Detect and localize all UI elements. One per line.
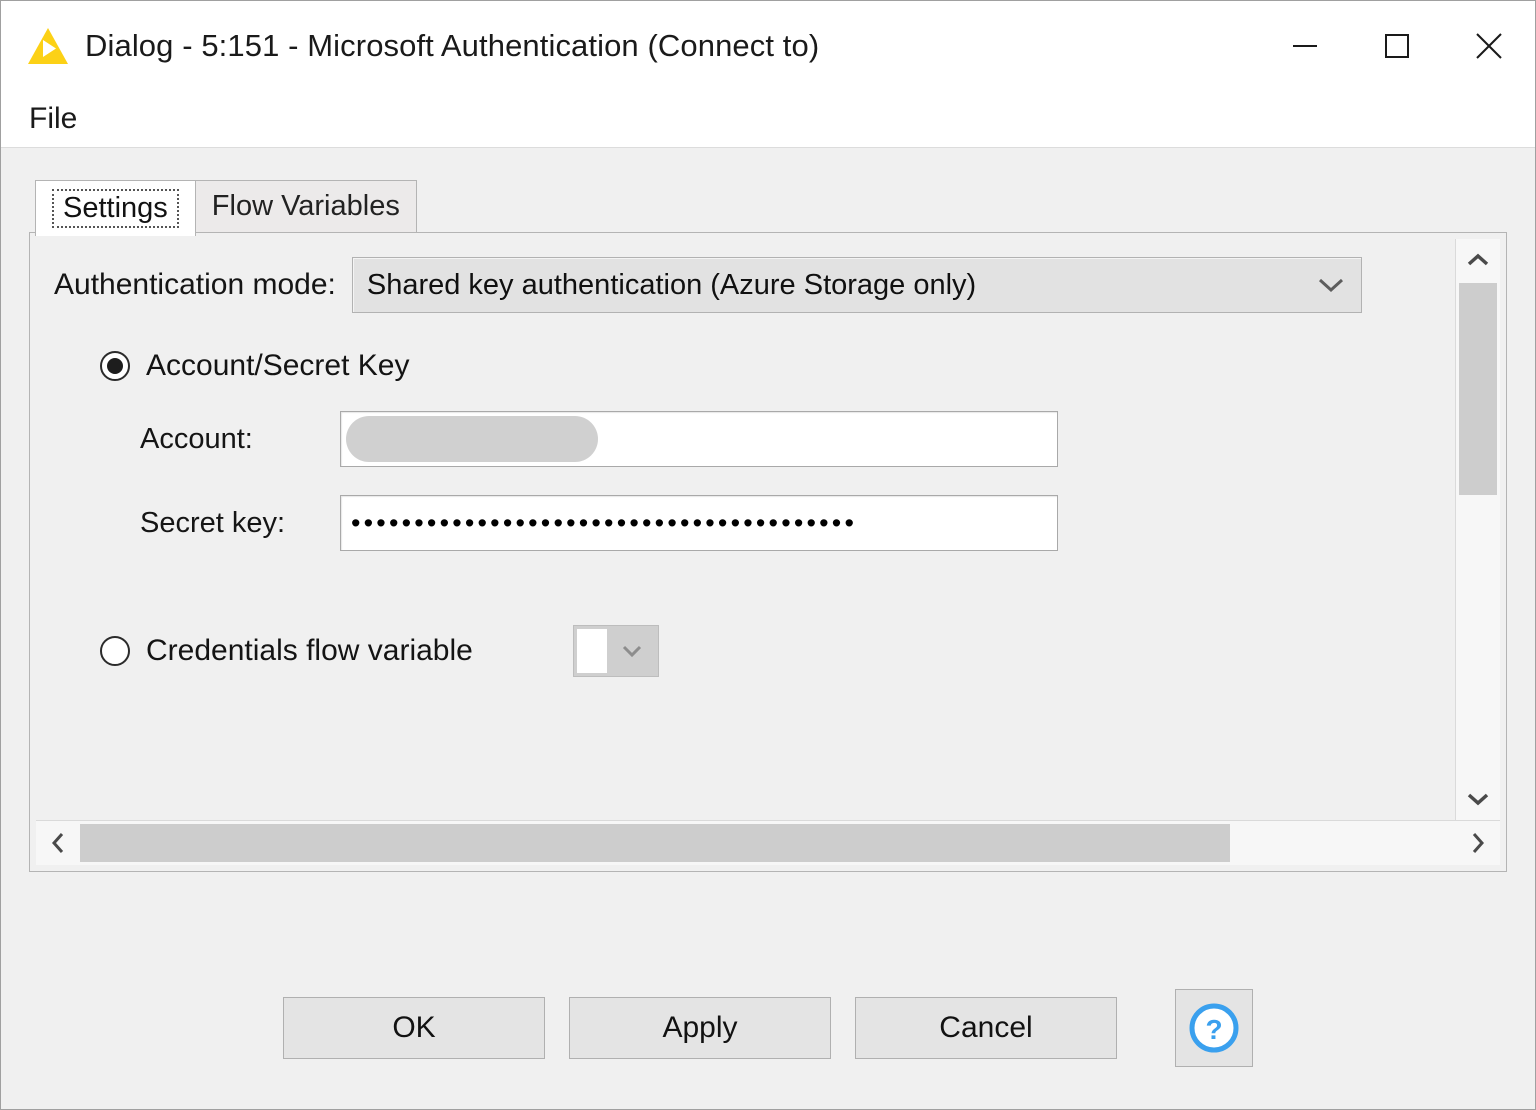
dialog-window: Dialog - 5:151 - Microsoft Authenticatio… [0,0,1536,1110]
credentials-variable-value [576,629,607,673]
horizontal-scrollbar[interactable] [36,820,1500,865]
minimize-icon [1293,45,1317,47]
menu-item-file[interactable]: File [19,104,87,134]
radio-button-unselected-icon [100,636,130,666]
apply-button[interactable]: Apply [569,997,831,1059]
radio-account-secret-key[interactable]: Account/Secret Key [100,349,1455,383]
title-bar: Dialog - 5:151 - Microsoft Authenticatio… [1,1,1535,91]
window-title: Dialog - 5:151 - Microsoft Authenticatio… [85,28,820,63]
horizontal-scroll-thumb[interactable] [80,824,1230,862]
chevron-down-icon [1467,793,1489,806]
radio-credentials-flow-variable[interactable]: Credentials flow variable [100,625,1455,677]
maximize-button[interactable] [1351,1,1443,91]
maximize-icon [1385,34,1409,58]
chevron-down-icon [1301,274,1361,296]
cancel-button[interactable]: Cancel [855,997,1117,1059]
svg-text:?: ? [1205,1014,1222,1045]
account-value-redaction [346,416,598,462]
settings-content: Authentication mode: Shared key authenti… [36,239,1455,820]
close-button[interactable] [1443,1,1535,91]
secret-key-row: Secret key: ••••••••••••••••••••••••••••… [140,495,1455,551]
vertical-scroll-thumb[interactable] [1459,283,1497,495]
secret-key-value: •••••••••••••••••••••••••••••••••••••••• [351,509,858,537]
chevron-down-icon [607,642,658,660]
tab-flow-variables[interactable]: Flow Variables [195,180,417,232]
authentication-mode-select[interactable]: Shared key authentication (Azure Storage… [351,257,1362,313]
dialog-body: Settings Flow Variables Authentication m… [1,148,1535,959]
authentication-mode-value: Shared key authentication (Azure Storage… [366,268,977,301]
account-label: Account: [140,422,253,455]
tab-strip: Settings Flow Variables [35,180,1507,236]
knime-triangle-icon [28,28,68,64]
authentication-mode-row: Authentication mode: Shared key authenti… [54,257,1455,313]
secret-key-input[interactable]: •••••••••••••••••••••••••••••••••••••••• [340,495,1058,551]
radio-credentials-flow-variable-label: Credentials flow variable [146,634,473,667]
account-row: Account: [140,411,1455,467]
chevron-right-icon [1472,833,1485,853]
dialog-footer: OK Apply Cancel ? [1,959,1535,1109]
help-button[interactable]: ? [1175,989,1253,1067]
radio-account-secret-key-label: Account/Secret Key [146,349,410,382]
tab-settings-label: Settings [52,189,179,228]
tab-settings[interactable]: Settings [35,180,196,236]
scroll-up-button[interactable] [1456,239,1500,281]
vertical-scrollbar[interactable] [1455,239,1500,820]
scroll-left-button[interactable] [36,821,80,865]
scroll-right-button[interactable] [1456,821,1500,865]
chevron-left-icon [51,833,64,853]
close-icon [1476,33,1502,59]
credentials-variable-select[interactable] [572,625,659,677]
menu-bar: File [1,91,1535,148]
minimize-button[interactable] [1259,1,1351,91]
secret-key-label: Secret key: [140,506,286,539]
scroll-down-button[interactable] [1456,778,1500,820]
account-input[interactable] [340,411,1058,467]
ok-button[interactable]: OK [283,997,545,1059]
authentication-mode-label: Authentication mode: [54,268,336,301]
window-controls [1259,1,1535,91]
radio-button-selected-icon [100,351,130,381]
help-icon: ? [1189,1003,1239,1053]
settings-panel: Authentication mode: Shared key authenti… [29,232,1507,872]
chevron-up-icon [1467,253,1489,266]
tab-flow-variables-label: Flow Variables [211,190,400,222]
panel-inner: Authentication mode: Shared key authenti… [36,239,1500,820]
